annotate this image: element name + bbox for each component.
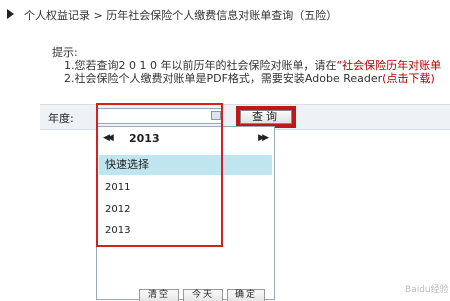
picker-header: ◀◀ 2013 ▶▶ bbox=[97, 129, 274, 149]
prev-year-icon[interactable]: ◀◀ bbox=[103, 133, 114, 143]
year-option-2012[interactable]: 2012 bbox=[105, 204, 130, 215]
picker-footer: 清空 今天 确定 bbox=[97, 289, 274, 301]
today-button[interactable]: 今天 bbox=[183, 289, 223, 301]
picker-current-year: 2013 bbox=[129, 132, 160, 145]
quick-select-header: 快速选择 bbox=[99, 155, 272, 175]
breadcrumb-text: 个人权益记录 > 历年社会保险个人缴费信息对账单查询（五险） bbox=[24, 9, 338, 22]
year-picker-dropdown: ◀◀ 2013 ▶▶ 快速选择 2011 2012 2013 清空 今天 确定 bbox=[96, 126, 275, 301]
tips-title: 提示: bbox=[52, 46, 78, 59]
watermark: Baidu经验 bbox=[405, 285, 449, 295]
query-button-highlight: 查询 bbox=[236, 106, 296, 128]
history-statement-link[interactable]: “社会保险历年对账单 bbox=[336, 59, 441, 72]
triangle-right-icon bbox=[7, 9, 14, 19]
tips-panel: 提示: 1.您若查询2 0 1 0 年以前历年的社会保险对账单，请在“社会保险历… bbox=[52, 46, 441, 85]
tips-line-2: 2.社会保险个人缴费对账单是PDF格式，需要安装Adobe Reader(点击下… bbox=[52, 72, 441, 85]
year-option-2011[interactable]: 2011 bbox=[105, 182, 130, 193]
calendar-icon[interactable] bbox=[211, 111, 221, 120]
confirm-button[interactable]: 确定 bbox=[227, 289, 265, 301]
breadcrumb: 个人权益记录 > 历年社会保险个人缴费信息对账单查询（五险） bbox=[0, 0, 450, 30]
next-year-icon[interactable]: ▶▶ bbox=[258, 133, 269, 143]
tips-line-1: 1.您若查询2 0 1 0 年以前历年的社会保险对账单，请在“社会保险历年对账单 bbox=[52, 59, 441, 72]
download-link[interactable]: (点击下载) bbox=[382, 72, 435, 85]
tips-line-1-text: 1.您若查询2 0 1 0 年以前历年的社会保险对账单，请在 bbox=[64, 59, 337, 72]
year-option-2013[interactable]: 2013 bbox=[105, 225, 130, 236]
clear-button[interactable]: 清空 bbox=[139, 289, 179, 301]
query-button[interactable]: 查询 bbox=[240, 110, 292, 124]
tips-line-2-text: 2.社会保险个人缴费对账单是PDF格式，需要安装Adobe Reader bbox=[64, 72, 383, 85]
year-input[interactable] bbox=[96, 108, 222, 124]
year-label: 年度: bbox=[48, 112, 74, 125]
